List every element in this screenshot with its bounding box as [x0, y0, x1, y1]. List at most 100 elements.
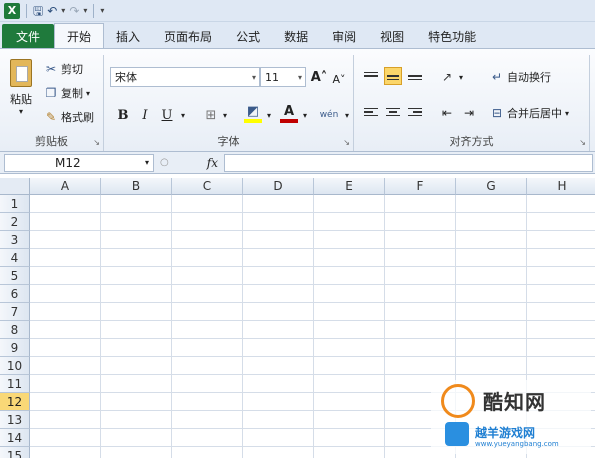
chevron-down-icon: ▾ — [297, 72, 302, 82]
formula-bar: M12 ▾ ○ fx — [0, 152, 595, 174]
clipboard-group-label: 剪贴板 — [35, 135, 68, 148]
merge-dropdown-icon: ▾ — [565, 108, 570, 118]
select-all-corner[interactable] — [0, 178, 30, 195]
copy-dropdown-icon: ▾ — [86, 88, 91, 98]
worksheet-grid: ABCDEFGH 1 2 3 4 5 6 7 8 9 10 11 12 13 14 15 酷知网 越羊游戏网… — [0, 178, 595, 458]
alignment-group: ↗ ▾ ↵ 自动换行 ⇤ ⇥ ⊟ 合并后居中 ▾ 对齐方式 ↘ — [354, 55, 590, 151]
phonetic-guide-icon[interactable]: wén — [318, 105, 340, 125]
align-left-icon[interactable] — [362, 103, 380, 121]
cut-button[interactable]: ✂ 剪切 — [44, 61, 83, 77]
column-header-h[interactable]: H — [527, 178, 595, 195]
copy-icon: ❐ — [45, 86, 57, 100]
row-header-4[interactable]: 4 — [0, 249, 30, 267]
alignment-launcher-icon[interactable]: ↘ — [579, 138, 586, 147]
row-header-6[interactable]: 6 — [0, 285, 30, 303]
wrap-text-label: 自动换行 — [507, 71, 551, 84]
row-header-7[interactable]: 7 — [0, 303, 30, 321]
clipboard-group: 粘贴 ▾ ✂ 剪切 ❐ 复制 ▾ ✎ 格式刷 剪贴板 ↘ — [0, 55, 104, 151]
tab-view[interactable]: 视图 — [368, 24, 416, 48]
formula-input[interactable] — [224, 153, 593, 172]
formula-controls: ○ fx — [154, 156, 224, 170]
wrap-text-icon: ↵ — [491, 70, 503, 84]
column-header-a[interactable]: A — [30, 178, 101, 195]
redo-icon[interactable]: ↷ — [69, 3, 79, 19]
watermark-logo2-icon — [445, 422, 469, 446]
format-painter-label: 格式刷 — [61, 111, 94, 124]
watermark-subtitle: 越羊游戏网 — [475, 426, 536, 440]
tab-formulas[interactable]: 公式 — [224, 24, 272, 48]
brush-icon: ✎ — [45, 110, 57, 124]
row-header-14[interactable]: 14 — [0, 429, 30, 447]
row-header-13[interactable]: 13 — [0, 411, 30, 429]
column-header-c[interactable]: C — [172, 178, 243, 195]
align-right-icon[interactable] — [406, 103, 424, 121]
ribbon-tabs: 文件 开始 插入 页面布局 公式 数据 审阅 视图 特色功能 — [0, 22, 595, 49]
merge-center-icon: ⊟ — [491, 106, 503, 120]
row-header-5[interactable]: 5 — [0, 267, 30, 285]
ribbon: 粘贴 ▾ ✂ 剪切 ❐ 复制 ▾ ✎ 格式刷 剪贴板 ↘ 宋体 ▾ 11 ▾ A… — [0, 48, 595, 152]
font-group-label: 字体 — [217, 135, 240, 148]
name-box[interactable]: M12 ▾ — [4, 153, 154, 172]
decrease-indent-icon[interactable]: ⇤ — [438, 103, 456, 123]
grow-font-icon[interactable]: A˄ — [310, 67, 328, 87]
undo-dropdown-icon[interactable]: ▾ — [61, 6, 65, 15]
row-header-9[interactable]: 9 — [0, 339, 30, 357]
tab-data[interactable]: 数据 — [272, 24, 320, 48]
align-bottom-icon[interactable] — [406, 67, 424, 85]
column-header-f[interactable]: F — [385, 178, 456, 195]
clipboard-launcher-icon[interactable]: ↘ — [93, 138, 100, 147]
watermark-url: www.yueyangbang.com — [475, 440, 559, 448]
font-color-dropdown-icon[interactable]: ▾ — [296, 105, 314, 125]
tab-insert[interactable]: 插入 — [104, 24, 152, 48]
paste-button[interactable]: 粘贴 ▾ — [6, 59, 36, 119]
column-header-e[interactable]: E — [314, 178, 385, 195]
column-header-g[interactable]: G — [456, 178, 527, 195]
row-header-15[interactable]: 15 — [0, 447, 30, 458]
tab-special-features[interactable]: 特色功能 — [416, 24, 488, 48]
row-header-1[interactable]: 1 — [0, 195, 30, 213]
align-middle-icon[interactable] — [384, 67, 402, 85]
redo-dropdown-icon[interactable]: ▾ — [83, 6, 87, 15]
watermark: 酷知网 越羊游戏网 www.yueyangbang.com — [431, 380, 591, 454]
align-top-icon[interactable] — [362, 67, 380, 85]
column-header-b[interactable]: B — [101, 178, 172, 195]
increase-indent-icon[interactable]: ⇥ — [460, 103, 478, 123]
copy-button[interactable]: ❐ 复制 ▾ — [44, 85, 90, 101]
bold-button[interactable]: B — [114, 105, 132, 125]
font-name-combo[interactable]: 宋体 ▾ — [110, 67, 260, 87]
tab-file[interactable]: 文件 — [2, 24, 55, 48]
wrap-text-button[interactable]: ↵ 自动换行 — [490, 69, 551, 85]
save-icon[interactable]: 🖫 — [33, 3, 43, 19]
row-header-8[interactable]: 8 — [0, 321, 30, 339]
scissors-icon: ✂ — [45, 62, 57, 76]
font-size-combo[interactable]: 11 ▾ — [260, 67, 306, 87]
align-center-icon[interactable] — [384, 103, 402, 121]
row-header-12[interactable]: 12 — [0, 393, 30, 411]
tab-page-layout[interactable]: 页面布局 — [152, 24, 224, 48]
fill-color-dropdown-icon[interactable]: ▾ — [260, 105, 278, 125]
border-dropdown-icon[interactable]: ▾ — [216, 105, 234, 125]
font-launcher-icon[interactable]: ↘ — [343, 138, 350, 147]
insert-function-icon[interactable]: fx — [207, 156, 218, 170]
row-header-11[interactable]: 11 — [0, 375, 30, 393]
tab-home[interactable]: 开始 — [54, 23, 105, 49]
column-header-d[interactable]: D — [243, 178, 314, 195]
undo-icon[interactable]: ↶ — [47, 3, 57, 19]
orientation-dropdown-icon[interactable]: ▾ — [452, 67, 470, 87]
format-painter-button[interactable]: ✎ 格式刷 — [44, 109, 94, 125]
shrink-font-icon[interactable]: A˅ — [330, 69, 348, 89]
underline-dropdown-icon[interactable]: ▾ — [174, 105, 192, 125]
font-name-value: 宋体 — [115, 71, 137, 84]
name-box-value: M12 — [55, 155, 81, 170]
row-header-3[interactable]: 3 — [0, 231, 30, 249]
customize-icon[interactable]: ▾ — [100, 6, 104, 15]
row-header-2[interactable]: 2 — [0, 213, 30, 231]
alignment-group-label: 对齐方式 — [449, 135, 494, 148]
splitter-icon[interactable]: ○ — [160, 157, 169, 168]
merge-center-button[interactable]: ⊟ 合并后居中 ▾ — [490, 105, 569, 121]
copy-label: 复制 — [61, 87, 83, 100]
italic-button[interactable]: I — [136, 105, 154, 125]
row-header-10[interactable]: 10 — [0, 357, 30, 375]
watermark-logo-icon — [441, 384, 475, 418]
tab-review[interactable]: 审阅 — [320, 24, 368, 48]
